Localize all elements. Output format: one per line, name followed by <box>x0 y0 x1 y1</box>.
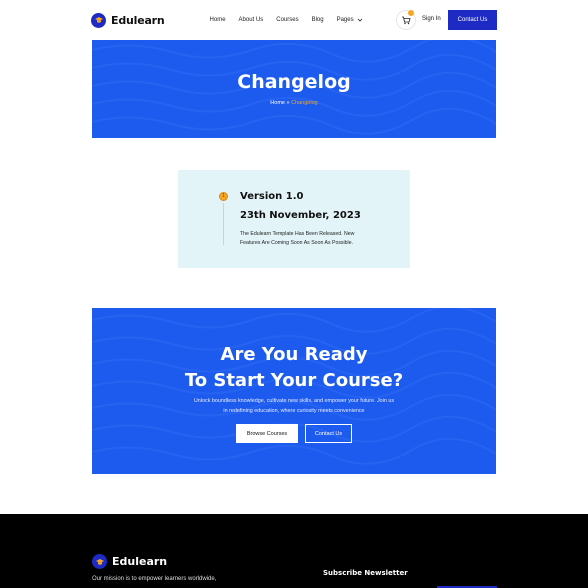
changelog-entry: 1 Version 1.0 23th November, 2023 The Ed… <box>178 170 410 268</box>
page-title: Changelog <box>237 71 351 93</box>
release-notes-line-1: The Edulearn Template Has Been Released.… <box>240 231 355 237</box>
cta-heading: Are You Ready To Start Your Course? <box>92 342 496 394</box>
newsletter-heading: Subscribe Newsletter <box>323 569 408 577</box>
footer-mission-text: Our mission is to empower learners world… <box>92 576 217 582</box>
release-date: 23th November, 2023 <box>240 210 361 221</box>
graduation-cap-icon <box>92 554 107 569</box>
site-header: Edulearn Home About Us Courses Blog Page… <box>91 8 497 32</box>
contact-us-button[interactable]: Contact Us <box>448 10 497 30</box>
cta-description-line-1: Unlock boundless knowledge, cultivate ne… <box>193 398 395 404</box>
breadcrumb-current: Changelog <box>291 100 318 106</box>
breadcrumb-home[interactable]: Home <box>270 100 285 106</box>
cart-badge <box>408 10 414 16</box>
graduation-cap-icon <box>91 12 106 28</box>
page-hero: Changelog Home » Changelog <box>92 40 496 138</box>
cta-description: Unlock boundless knowledge, cultivate ne… <box>92 396 496 416</box>
brand-logo[interactable]: Edulearn <box>91 12 165 28</box>
version-heading: Version 1.0 <box>240 191 304 202</box>
nav-home[interactable]: Home <box>210 17 226 23</box>
release-notes: The Edulearn Template Has Been Released.… <box>240 230 380 248</box>
nav-pages[interactable]: Pages <box>337 17 363 23</box>
cart-button[interactable] <box>396 10 416 30</box>
cta-contact-us-button[interactable]: Contact Us <box>305 424 352 443</box>
nav-about-us[interactable]: About Us <box>239 17 264 23</box>
chevron-down-icon <box>357 18 362 22</box>
brand-name: Edulearn <box>111 13 165 27</box>
nav-courses[interactable]: Courses <box>276 17 298 23</box>
footer-brand-logo[interactable]: Edulearn <box>92 554 167 569</box>
cart-icon <box>402 16 411 25</box>
page: Edulearn Home About Us Courses Blog Page… <box>0 0 588 588</box>
site-footer: Edulearn Our mission is to empower learn… <box>0 514 588 588</box>
release-notes-line-2: Features Are Coming Soon As Soon As Poss… <box>240 240 354 246</box>
footer-brand-name: Edulearn <box>112 555 168 568</box>
main-nav: Home About Us Courses Blog Pages <box>210 17 363 23</box>
cta-heading-line-2: To Start Your Course? <box>184 370 404 391</box>
cta-banner: Are You Ready To Start Your Course? Unlo… <box>92 308 496 474</box>
nav-pages-label: Pages <box>336 17 354 23</box>
browse-courses-button[interactable]: Browse Courses <box>236 424 298 443</box>
timeline-line <box>223 203 224 245</box>
cta-description-line-2: in redefining education, where curiosity… <box>223 408 365 414</box>
breadcrumb: Home » Changelog <box>92 100 496 106</box>
timeline-dot-label: 1 <box>222 193 225 199</box>
cta-heading-line-1: Are You Ready <box>220 344 368 365</box>
nav-blog[interactable]: Blog <box>312 17 324 23</box>
timeline-dot: 1 <box>219 192 228 201</box>
sign-in-link[interactable]: Sign In <box>422 16 441 22</box>
